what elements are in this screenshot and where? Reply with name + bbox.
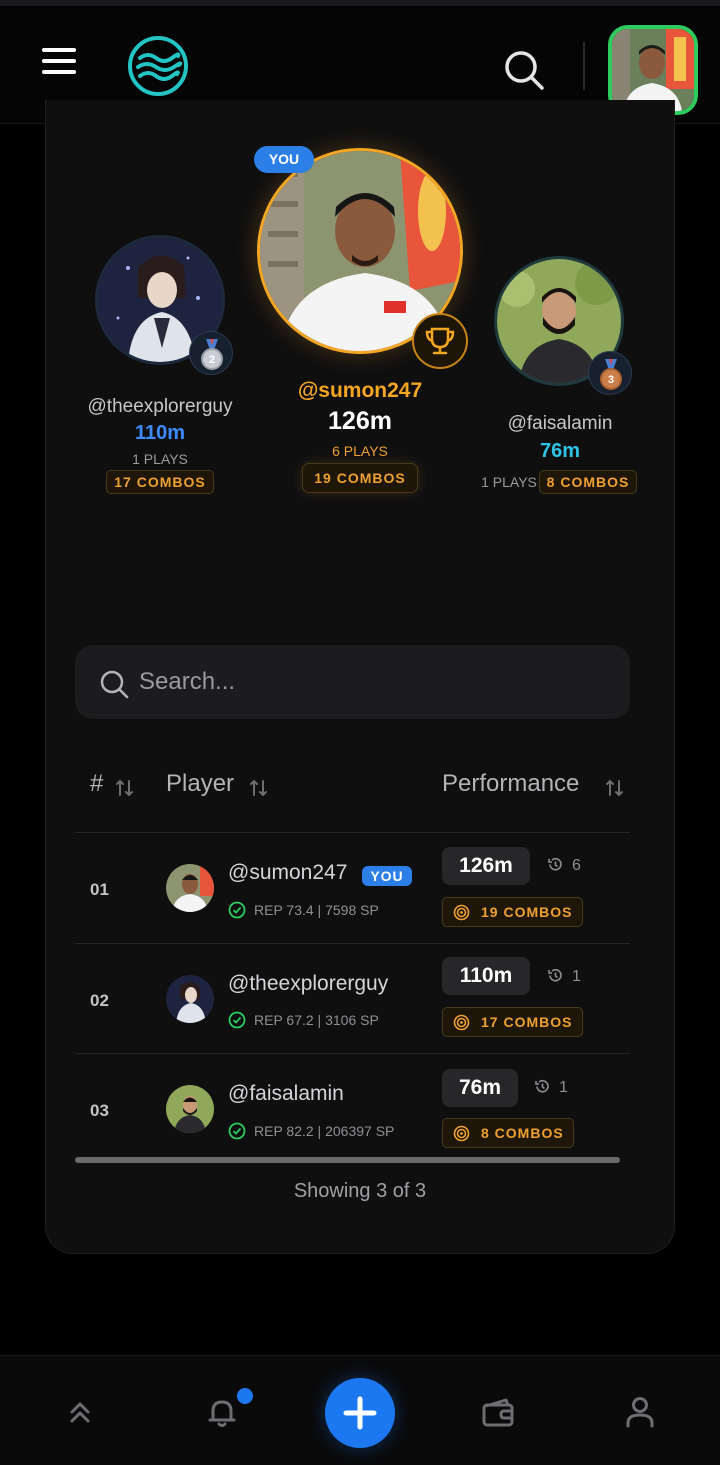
plays-value: 6 <box>572 857 581 874</box>
target-icon <box>453 904 470 921</box>
bottom-navigation <box>0 1355 720 1465</box>
combos-text: 17 COMBOS <box>481 1014 573 1030</box>
podium-combos-first: 19 COMBOS <box>302 463 418 493</box>
you-badge: YOU <box>362 866 412 886</box>
medal-2-icon: 2 <box>189 331 233 375</box>
medal-3-icon: 3 <box>588 351 632 395</box>
rank-number: 01 <box>90 880 109 899</box>
header-divider <box>583 42 585 90</box>
plays-value: 1 <box>559 1079 568 1096</box>
plays-count: 1 <box>534 1078 568 1097</box>
distance-chip: 110m <box>442 957 530 995</box>
podium-plays-first: 6 PLAYS <box>332 443 388 459</box>
target-icon <box>453 1014 470 1031</box>
user-icon[interactable] <box>620 1392 660 1432</box>
search-icon[interactable] <box>500 46 548 94</box>
distance-chip: 126m <box>442 847 530 885</box>
rep-text: REP 67.2 | 3106 SP <box>254 1012 379 1028</box>
search-box <box>75 645 630 719</box>
hamburger-menu-icon[interactable] <box>40 42 82 80</box>
player-username[interactable]: @theexplorerguy <box>228 972 388 996</box>
rep-text: REP 73.4 | 7598 SP <box>254 902 379 918</box>
row-divider <box>75 832 630 833</box>
plays-count: 1 <box>547 967 581 986</box>
chevrons-up-icon[interactable] <box>60 1392 100 1432</box>
avatar[interactable] <box>166 864 214 912</box>
podium-plays-third: 1 PLAYS <box>481 474 537 490</box>
history-icon <box>548 857 562 871</box>
plus-icon <box>343 1396 377 1430</box>
notification-dot <box>237 1388 253 1404</box>
column-header-performance[interactable]: Performance <box>442 770 579 798</box>
verified-check-icon <box>228 1122 246 1140</box>
bell-icon[interactable] <box>202 1392 242 1432</box>
combos-text: 8 COMBOS <box>481 1125 564 1141</box>
podium-username-first[interactable]: @sumon247 <box>240 379 480 403</box>
plays-value: 1 <box>572 968 581 985</box>
sort-icon[interactable] <box>114 777 136 799</box>
player-username[interactable]: @faisalamin <box>228 1082 344 1106</box>
rep-stats: REP 73.4 | 7598 SP <box>228 901 379 919</box>
sort-icon[interactable] <box>604 777 626 799</box>
combos-chip: 17 COMBOS <box>442 1007 583 1037</box>
avatar[interactable] <box>166 1085 214 1133</box>
add-button[interactable] <box>325 1378 395 1448</box>
rep-text: REP 82.2 | 206397 SP <box>254 1123 395 1139</box>
verified-check-icon <box>228 1011 246 1029</box>
rank-number: 02 <box>90 991 109 1010</box>
podium-combos-third: 8 COMBOS <box>539 470 637 494</box>
horizontal-scrollbar[interactable] <box>75 1157 620 1163</box>
search-icon <box>100 670 129 699</box>
wallet-icon[interactable] <box>478 1392 518 1432</box>
combos-chip: 19 COMBOS <box>442 897 583 927</box>
rank-number: 03 <box>90 1101 109 1120</box>
player-username[interactable]: @sumon247 <box>228 861 347 885</box>
distance-chip: 76m <box>442 1069 518 1107</box>
podium-distance-third: 76m <box>539 440 581 462</box>
combos-text: 19 COMBOS <box>481 904 573 920</box>
history-icon <box>548 968 562 982</box>
podium-username-third[interactable]: @faisalamin <box>440 413 680 435</box>
plays-count: 6 <box>547 856 581 875</box>
waves-logo-icon[interactable] <box>126 34 190 98</box>
you-pill: YOU <box>254 146 314 173</box>
pagination-summary: Showing 3 of 3 <box>293 1180 427 1202</box>
combos-chip: 8 COMBOS <box>442 1118 574 1148</box>
podium-combos-second: 17 COMBOS <box>106 470 214 494</box>
history-icon <box>535 1079 549 1093</box>
verified-check-icon <box>228 901 246 919</box>
avatar[interactable] <box>166 975 214 1023</box>
podium-plays-second: 1 PLAYS <box>132 451 188 467</box>
row-divider <box>75 1053 630 1054</box>
trophy-icon <box>412 313 468 369</box>
target-icon <box>453 1125 470 1142</box>
row-divider <box>75 943 630 944</box>
column-header-player[interactable]: Player <box>166 770 234 798</box>
rep-stats: REP 67.2 | 3106 SP <box>228 1011 379 1029</box>
rep-stats: REP 82.2 | 206397 SP <box>228 1122 394 1140</box>
svg-text:2: 2 <box>209 354 215 366</box>
svg-text:3: 3 <box>608 374 614 386</box>
sort-icon[interactable] <box>248 777 270 799</box>
column-header-rank[interactable]: # <box>90 770 103 798</box>
search-input[interactable] <box>139 659 599 705</box>
